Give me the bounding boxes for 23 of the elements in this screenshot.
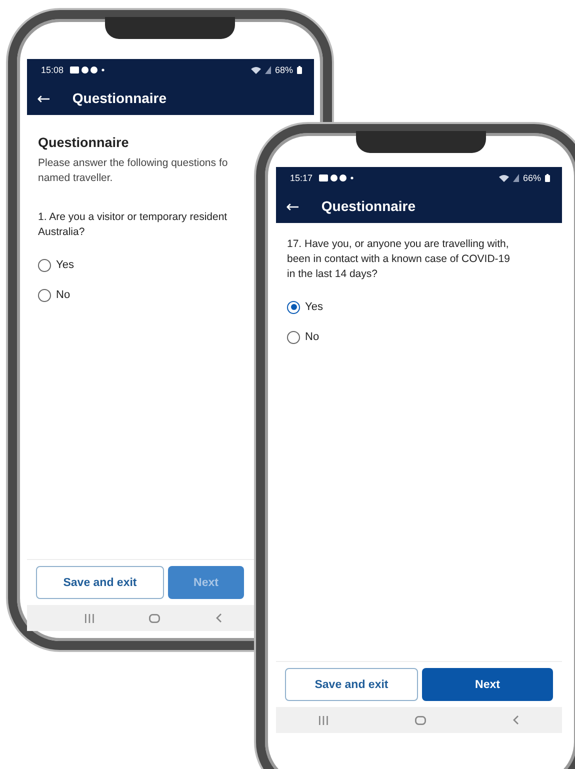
question-text: 1. Are you a visitor or temporary resident	[38, 210, 228, 225]
status-time: 15:17	[290, 173, 313, 183]
status-time: 15:08	[41, 65, 64, 75]
save-exit-button[interactable]: Save and exit	[36, 566, 164, 599]
screen-title: Questionnaire	[72, 90, 167, 106]
screen-title: Questionnaire	[321, 198, 416, 214]
option-label[interactable]: Yes	[56, 259, 74, 271]
question-text: in the last 14 days?	[287, 267, 378, 282]
question-text: 17. Have you, or anyone you are travelling with,	[287, 237, 509, 252]
next-button[interactable]: Next	[422, 668, 553, 701]
option-label[interactable]: No	[305, 331, 320, 343]
back-button[interactable]: ←	[37, 88, 50, 108]
option-label[interactable]: No	[56, 289, 70, 301]
back-button[interactable]: ←	[286, 196, 300, 216]
intro-text: named traveller.	[38, 171, 113, 186]
intro-text: Please answer the following questions fo	[38, 156, 228, 171]
battery-percent: 66%	[522, 173, 541, 183]
question-text: been in contact with a known case of COVID-19	[287, 252, 510, 267]
page-heading: Questionnaire	[38, 135, 130, 150]
question-text: Australia?	[38, 225, 85, 240]
battery-percent: 68%	[274, 65, 293, 75]
option-label[interactable]: Yes	[305, 301, 323, 313]
save-exit-button[interactable]: Save and exit	[285, 668, 418, 701]
